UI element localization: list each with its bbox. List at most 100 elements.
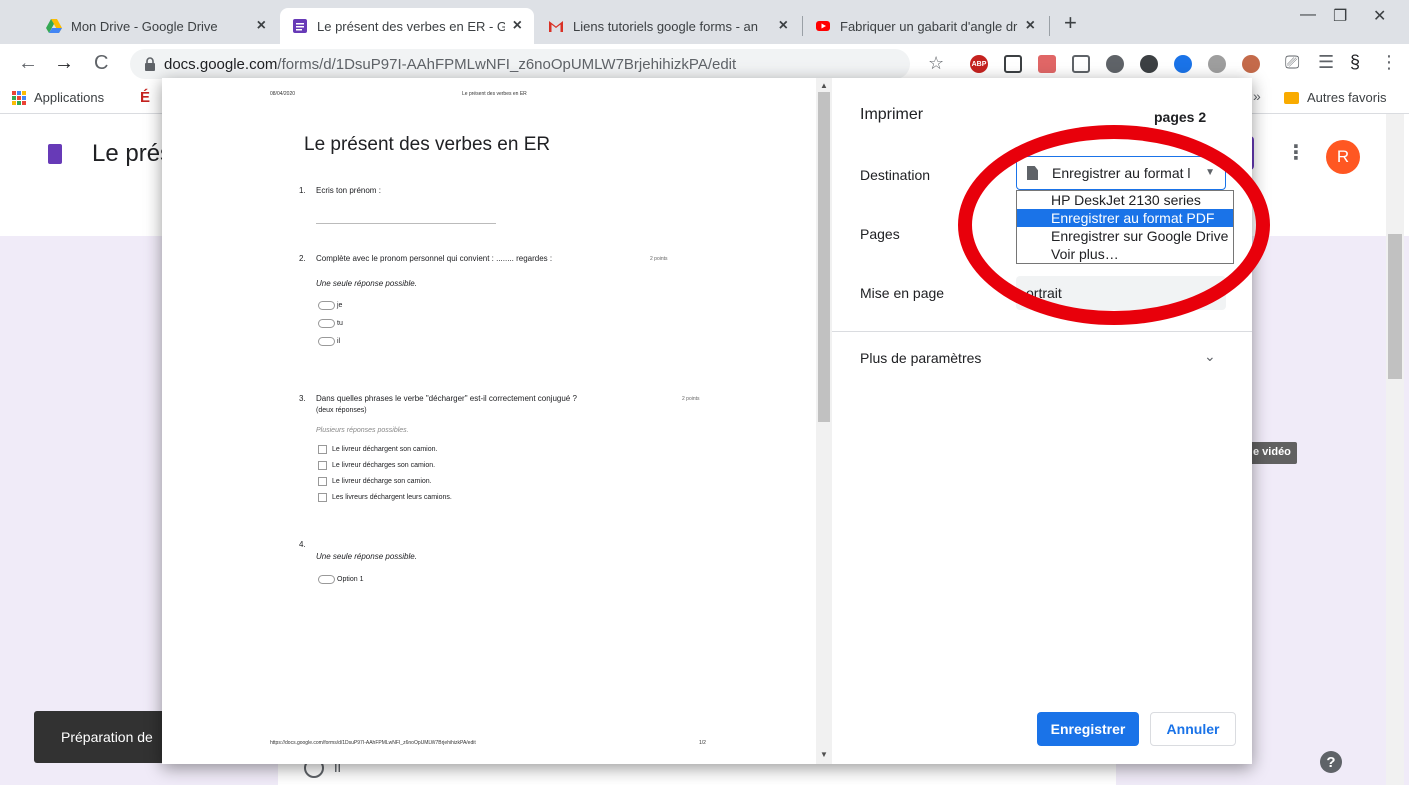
preparing-toast: Préparation de: [34, 711, 174, 763]
sheet-footer-page: 1/2: [699, 740, 706, 746]
pocket-icon[interactable]: [1072, 55, 1090, 73]
adblock-plus-icon[interactable]: ABP: [970, 55, 988, 73]
restore-icon[interactable]: ❐: [1333, 6, 1347, 26]
question-text: Ecris ton prénom :: [316, 186, 381, 195]
folder-icon: [1284, 91, 1299, 104]
question-text: Dans quelles phrases le verbe "décharger…: [316, 394, 577, 403]
minimize-icon[interactable]: —: [1300, 6, 1316, 24]
checkbox-icon: [318, 477, 327, 486]
forward-arrow-icon[interactable]: →: [54, 52, 74, 75]
question-number: 2.: [299, 254, 306, 263]
checkbox-option: Le livreur déchargent son camion.: [318, 445, 437, 454]
save-button[interactable]: Enregistrer: [1037, 712, 1139, 746]
close-icon[interactable]: ×: [513, 17, 522, 35]
blue-star-extension-icon[interactable]: [1174, 55, 1192, 73]
destination-select[interactable]: Enregistrer au format l ▼: [1016, 156, 1226, 190]
radio-option: il: [318, 337, 340, 346]
google-forms-icon: [293, 19, 307, 33]
question-points: 2 points: [650, 256, 668, 262]
destination-option-save-pdf[interactable]: Enregistrer au format PDF: [1017, 209, 1233, 227]
question-number: 1.: [299, 186, 306, 195]
preview-scrollbar[interactable]: ▲ ▼: [816, 78, 832, 764]
scroll-up-icon[interactable]: ▲: [820, 81, 828, 90]
back-arrow-icon[interactable]: ←: [18, 52, 38, 75]
scroll-thumb[interactable]: [1388, 234, 1402, 379]
avatar[interactable]: R: [1326, 140, 1360, 174]
tab-google-drive[interactable]: Mon Drive - Google Drive ×: [34, 8, 278, 44]
browser-menu-icon[interactable]: ⋮: [1380, 52, 1398, 73]
checkbox-option: Le livreur décharges son camion.: [318, 461, 435, 470]
lock-icon: [145, 57, 155, 71]
more-settings-toggle[interactable]: Plus de paramètres: [860, 350, 981, 366]
document-icon: [1027, 166, 1038, 180]
shield-extension-icon[interactable]: [1106, 55, 1124, 73]
radio-icon: [318, 301, 335, 310]
print-preview-area: 08/04/2020 Le présent des verbes en ER L…: [162, 78, 832, 764]
print-dialog: 08/04/2020 Le présent des verbes en ER L…: [162, 78, 1252, 764]
tab-youtube[interactable]: Fabriquer un gabarit d'angle droi ×: [803, 8, 1047, 44]
tab-title: Mon Drive - Google Drive: [71, 18, 218, 34]
url-path: /forms/d/1DsuP97I-AAhFPMLwNFI_z6noOpUMLW…: [277, 55, 737, 73]
bookmark-star-icon[interactable]: ☆: [928, 53, 944, 74]
mascot-extension-icon[interactable]: [1242, 55, 1260, 73]
bookmark-e-icon[interactable]: É: [140, 89, 150, 106]
destination-option-hp-deskjet[interactable]: HP DeskJet 2130 series: [1017, 191, 1233, 209]
youtube-icon: [816, 21, 830, 31]
preview-sheet: 08/04/2020 Le présent des verbes en ER L…: [162, 78, 816, 764]
tab-title: Le présent des verbes en ER - Go: [317, 18, 505, 34]
document-title: Le présent des verbes en ER: [304, 134, 551, 155]
checkbox-icon: [318, 461, 327, 470]
reading-list-icon[interactable]: ☰: [1318, 52, 1334, 73]
add-video-chip[interactable]: e vidéo: [1247, 442, 1297, 464]
bookmarks-overflow-icon[interactable]: »: [1253, 88, 1261, 104]
print-settings-panel: Imprimer pages 2 Destination Enregistrer…: [832, 78, 1252, 764]
bookmark-label: Autres favoris: [1307, 90, 1387, 105]
destination-label: Destination: [860, 167, 931, 183]
close-icon[interactable]: ×: [257, 17, 266, 35]
reload-icon[interactable]: C: [94, 52, 108, 75]
tab-google-forms[interactable]: Le présent des verbes en ER - Go ×: [280, 8, 534, 44]
acrobat-icon[interactable]: [1038, 55, 1056, 73]
question-number: 4.: [299, 540, 306, 549]
google-forms-icon[interactable]: [48, 144, 62, 164]
lightbulb-extension-icon[interactable]: [1004, 55, 1022, 73]
page-scrollbar[interactable]: [1386, 114, 1404, 785]
radio-option: tu: [318, 319, 343, 328]
question-hint: Une seule réponse possible.: [316, 279, 417, 288]
scroll-down-icon[interactable]: ▼: [820, 750, 828, 759]
privacy-badger-icon[interactable]: [1140, 55, 1158, 73]
destination-dropdown-menu: HP DeskJet 2130 series Enregistrer au fo…: [1016, 190, 1234, 264]
checkbox-icon: [318, 493, 327, 502]
form-title: Le prés: [92, 140, 173, 167]
tab-gmail[interactable]: Liens tutoriels google forms - an ×: [536, 8, 800, 44]
url-host: docs.google.com: [164, 55, 278, 73]
bookmark-applications[interactable]: Applications: [12, 90, 104, 105]
destination-option-see-more[interactable]: Voir plus…: [1017, 245, 1233, 263]
chevron-down-icon[interactable]: ⌄: [1204, 348, 1216, 365]
print-title: Imprimer: [860, 106, 924, 123]
more-options-icon[interactable]: ⋮: [1286, 140, 1306, 165]
tomato-timer-icon[interactable]: [1208, 55, 1226, 73]
close-window-icon[interactable]: ✕: [1373, 6, 1386, 26]
close-icon[interactable]: ×: [1026, 17, 1035, 35]
question-text: Complète avec le pronom personnel qui co…: [316, 254, 553, 263]
destination-option-google-drive[interactable]: Enregistrer sur Google Drive: [1017, 227, 1233, 245]
page-count: pages 2: [1154, 109, 1207, 125]
cast-icon[interactable]: ⎚: [1285, 52, 1299, 73]
radio-option: Option 1: [318, 575, 363, 584]
question-points: 2 points: [682, 396, 700, 402]
profile-icon[interactable]: §: [1350, 52, 1360, 73]
bookmark-other-favorites[interactable]: Autres favoris: [1284, 90, 1386, 105]
scroll-thumb[interactable]: [818, 92, 830, 422]
close-icon[interactable]: ×: [779, 17, 788, 35]
checkbox-option: Le livreur décharge son camion.: [318, 477, 432, 486]
checkbox-icon: [318, 445, 327, 454]
help-icon[interactable]: ?: [1320, 751, 1342, 773]
address-bar[interactable]: docs.google.com/forms/d/1DsuP97I-AAhFPML…: [130, 49, 910, 79]
new-tab-button[interactable]: +: [1064, 10, 1077, 36]
checkbox-option: Les livreurs déchargent leurs camions.: [318, 493, 452, 502]
layout-select[interactable]: ortrait: [1016, 276, 1226, 310]
radio-option: je: [318, 301, 342, 310]
option-label: tu: [337, 320, 343, 327]
cancel-button[interactable]: Annuler: [1150, 712, 1236, 746]
